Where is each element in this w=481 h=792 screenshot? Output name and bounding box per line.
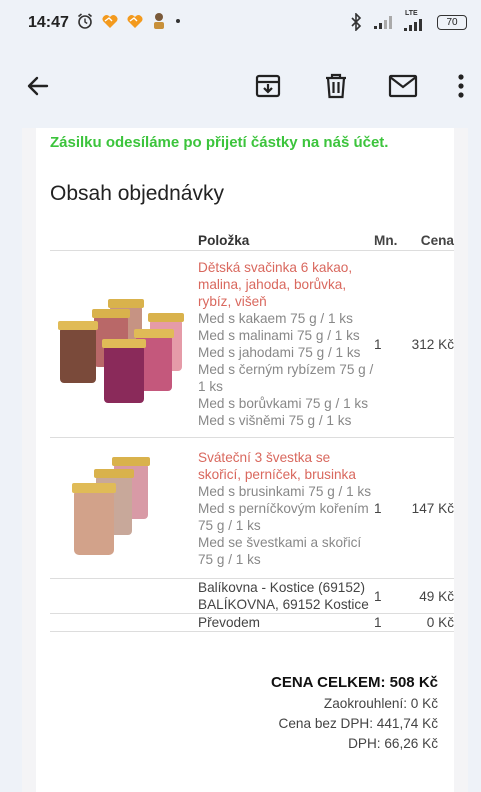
lte-signal: LTE	[403, 10, 427, 32]
email-body: Zásilku odesíláme po přijetí částky na n…	[22, 128, 468, 792]
payment-row: Převodem 1 0 Kč	[50, 613, 454, 632]
honey-jars-three-image	[72, 457, 150, 555]
mail-icon	[388, 74, 418, 98]
price-without-vat: Cena bez DPH: 441,74 Kč	[278, 716, 438, 731]
order-table: Položka Mn. Cena Dětská svačinka 6 kakao…	[50, 233, 454, 632]
alarm-icon	[77, 13, 93, 29]
dot-icon	[176, 19, 180, 23]
item-qty: 1	[374, 336, 382, 352]
app-toolbar	[0, 46, 481, 128]
shipping-qty: 1	[374, 588, 382, 604]
archive-icon	[255, 74, 281, 98]
item-variant: Med s černým rybízem 75 g / 1 ks	[198, 362, 374, 394]
item-variant: Med s brusinkami 75 g / 1 ks	[198, 483, 372, 499]
heart-app-icon	[102, 15, 118, 28]
shipping-row: Balíkovna - Kostice (69152) BALÍKOVNA, 6…	[50, 578, 454, 614]
header-price: Cena	[420, 233, 454, 248]
mail-button[interactable]	[381, 64, 425, 108]
order-heading: Obsah objednávky	[50, 182, 224, 205]
item-variant: Med se švestkami a skořicí 75 g / 1 ks	[198, 534, 362, 567]
empty-cell	[50, 614, 198, 632]
item-name[interactable]: Dětská svačinka 6 kakao, malina, jahoda,…	[198, 259, 374, 310]
empty-cell	[50, 579, 198, 614]
back-button[interactable]	[16, 64, 60, 108]
grand-total: CENA CELKEM: 508 Kč	[271, 674, 438, 691]
header-image-col	[50, 233, 198, 251]
delete-button[interactable]	[314, 64, 358, 108]
header-qty: Mn.	[374, 233, 398, 248]
more-options-button[interactable]	[446, 64, 476, 108]
item-variant: Med s malinami 75 g / 1 ks	[198, 328, 360, 343]
item-variant: Med s jahodami 75 g / 1 ks	[198, 345, 361, 360]
item-variant: Med s borůvkami 75 g / 1 ks	[198, 396, 368, 411]
status-bar: 14:47 LTE 70	[0, 0, 481, 46]
shipping-price: 49 Kč	[419, 588, 454, 604]
signal-icon-2	[404, 19, 422, 31]
vat-amount: DPH: 66,26 Kč	[348, 736, 438, 751]
product-image	[50, 438, 198, 579]
table-header: Položka Mn. Cena	[50, 233, 454, 251]
bluetooth-icon	[351, 13, 362, 31]
battery-indicator: 70	[437, 14, 467, 30]
payment-method: Převodem	[198, 615, 260, 630]
item-variant: Med s perníčkovým kořením 75 g / 1 ks	[198, 500, 369, 533]
header-item: Položka	[198, 233, 250, 248]
payment-price: 0 Kč	[426, 615, 454, 630]
table-row: Dětská svačinka 6 kakao, malina, jahoda,…	[50, 250, 454, 438]
product-image	[50, 251, 198, 438]
heart-app-icon-2	[127, 15, 143, 28]
lte-label: LTE	[405, 10, 418, 17]
notification-icons	[76, 12, 182, 30]
payment-qty: 1	[374, 615, 382, 630]
rounding: Zaokrouhlení: 0 Kč	[323, 696, 438, 711]
item-name[interactable]: Sváteční 3 švestka se skořicí, perníček,…	[198, 449, 374, 483]
back-arrow-icon	[27, 76, 49, 96]
payment-notice: Zásilku odesíláme po přijetí částky na n…	[50, 134, 389, 151]
honey-jars-six-image	[58, 299, 184, 403]
item-variant: Med s kakaem 75 g / 1 ks	[198, 311, 353, 326]
item-qty: 1	[374, 500, 382, 516]
shipping-line1: Balíkovna - Kostice (69152)	[198, 580, 365, 595]
delete-icon	[326, 73, 346, 99]
table-row: Sváteční 3 švestka se skořicí, perníček,…	[50, 437, 454, 579]
system-icons: LTE 70	[349, 10, 467, 32]
item-price: 147 Kč	[411, 500, 454, 516]
status-time: 14:47	[28, 14, 69, 31]
archive-button[interactable]	[246, 64, 290, 108]
shipping-line2: BALÍKOVNA, 69152 Kostice	[198, 597, 369, 612]
signal-icon	[374, 16, 392, 29]
item-description: Sváteční 3 švestka se skořicí, perníček,…	[198, 438, 374, 579]
item-variant: Med s višněmi 75 g / 1 ks	[198, 413, 352, 428]
more-vert-icon	[458, 74, 464, 98]
item-price: 312 Kč	[411, 336, 454, 352]
email-card: Zásilku odesíláme po přijetí částky na n…	[36, 128, 454, 792]
item-description: Dětská svačinka 6 kakao, malina, jahoda,…	[198, 251, 374, 438]
app-avatar-icon	[154, 13, 164, 29]
shipping-description: Balíkovna - Kostice (69152) BALÍKOVNA, 6…	[198, 579, 374, 614]
